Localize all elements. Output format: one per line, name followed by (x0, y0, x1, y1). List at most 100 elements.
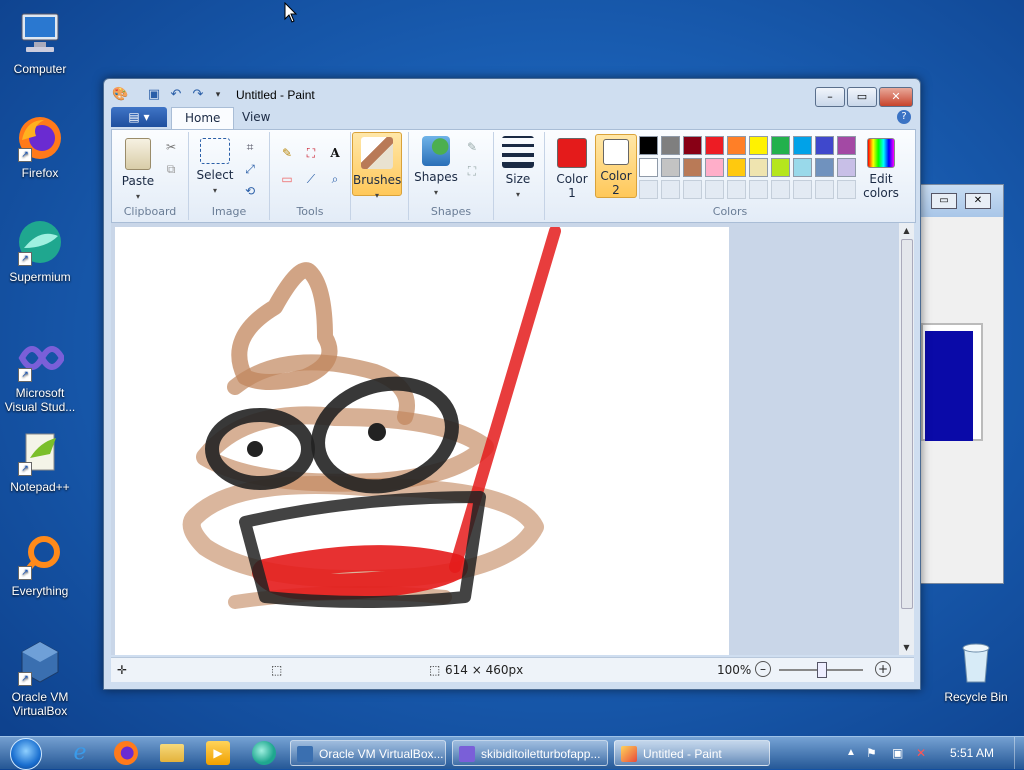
scroll-down-icon[interactable]: ▼ (899, 640, 914, 655)
palette-swatch[interactable] (837, 136, 856, 155)
internet-explorer-icon[interactable]: ℯ (68, 741, 92, 765)
palette-swatch[interactable] (705, 158, 724, 177)
fill-shape-icon[interactable]: ⛶ (463, 162, 481, 180)
crop-icon[interactable]: ⌗ (241, 138, 259, 156)
palette-swatch[interactable] (683, 136, 702, 155)
palette-swatch[interactable] (727, 136, 746, 155)
palette-swatch[interactable] (837, 180, 856, 199)
volume-muted-icon[interactable]: ✕ (916, 737, 926, 769)
action-center-flag-icon[interactable]: ⚑ (866, 737, 877, 769)
palette-swatch[interactable] (815, 136, 834, 155)
palette-swatch[interactable] (661, 180, 680, 199)
taskbar-task-paint[interactable]: Untitled - Paint (614, 740, 770, 766)
palette-swatch[interactable] (705, 180, 724, 199)
color2-button[interactable]: Color 2 (595, 134, 637, 198)
taskbar-task-virtualbox[interactable]: Oracle VM VirtualBox... (290, 740, 446, 766)
supermium-taskbar-icon[interactable] (252, 741, 276, 765)
firefox-taskbar-icon[interactable] (114, 741, 138, 765)
desktop-icon-label: Microsoft Visual Stud... (4, 386, 76, 414)
size-button[interactable]: Size ▾ (498, 136, 538, 200)
paste-button[interactable]: Paste ▾ (118, 138, 158, 202)
palette-swatch[interactable] (749, 180, 768, 199)
desktop-icon-supermium[interactable]: ↗ Supermium (0, 218, 80, 284)
file-menu-button[interactable]: ▤ ▾ (111, 107, 167, 127)
palette-swatch[interactable] (837, 158, 856, 177)
text-icon[interactable]: A (326, 144, 344, 162)
scroll-thumb[interactable] (901, 239, 913, 609)
tab-home[interactable]: Home (171, 107, 235, 129)
vm-preview (921, 323, 983, 441)
desktop-icon-notepadpp[interactable]: ↗ Notepad++ (0, 428, 80, 494)
start-button[interactable] (6, 737, 46, 770)
redo-icon[interactable]: ↷ (190, 87, 206, 103)
desktop-icon-virtualbox[interactable]: ↗ Oracle VM VirtualBox (0, 638, 80, 718)
palette-swatch[interactable] (749, 158, 768, 177)
undo-icon[interactable]: ↶ (168, 87, 184, 103)
shortcut-arrow-icon: ↗ (18, 462, 32, 476)
palette-swatch[interactable] (683, 180, 702, 199)
palette-swatch[interactable] (815, 158, 834, 177)
virtualbox-window-background[interactable]: ▭ ✕ (918, 184, 1004, 584)
outline-icon[interactable]: ✎ (463, 138, 481, 156)
taskbar-task-skibidi[interactable]: skibiditoiletturbofapp... (452, 740, 608, 766)
color1-button[interactable]: Color 1 (551, 134, 593, 200)
maximize-button[interactable]: ▭ (847, 87, 877, 107)
rotate-icon[interactable]: ⟲ (241, 182, 259, 200)
select-button[interactable]: Select ▾ (193, 138, 237, 196)
help-icon[interactable]: ? (897, 110, 911, 124)
palette-swatch[interactable] (661, 158, 680, 177)
scroll-up-icon[interactable]: ▲ (899, 223, 914, 238)
palette-swatch[interactable] (749, 136, 768, 155)
explorer-icon[interactable] (160, 744, 184, 762)
shapes-button[interactable]: Shapes ▾ (413, 136, 459, 198)
desktop-icon-computer[interactable]: Computer (0, 10, 80, 76)
network-icon[interactable]: ▣ (892, 737, 903, 769)
desktop-icon-visual-studio[interactable]: ↗ Microsoft Visual Stud... (0, 334, 80, 414)
resize-icon[interactable]: ⤢ (241, 160, 259, 178)
palette-swatch[interactable] (815, 180, 834, 199)
palette-swatch[interactable] (727, 158, 746, 177)
palette-swatch[interactable] (771, 136, 790, 155)
zoom-out-button[interactable]: – (755, 661, 771, 677)
save-icon[interactable]: ▣ (146, 87, 162, 103)
palette-swatch[interactable] (705, 136, 724, 155)
brushes-button[interactable]: Brushes ▾ (352, 132, 402, 200)
tab-view[interactable]: View (229, 107, 283, 128)
palette-swatch[interactable] (793, 136, 812, 155)
zoom-in-button[interactable]: + (875, 661, 891, 677)
edit-colors-button[interactable]: Edit colors (861, 134, 901, 200)
close-button[interactable]: ✕ (879, 87, 913, 107)
clock[interactable]: 5:51 AM (950, 737, 994, 769)
copy-icon[interactable]: ⧉ (162, 160, 180, 178)
maximize-button[interactable]: ▭ (931, 193, 957, 209)
palette-swatch[interactable] (771, 180, 790, 199)
media-player-icon[interactable]: ▶ (206, 741, 230, 765)
palette-swatch[interactable] (661, 136, 680, 155)
palette-swatch[interactable] (639, 180, 658, 199)
customize-quick-access-icon[interactable]: ▾ (210, 87, 226, 103)
palette-swatch[interactable] (639, 158, 658, 177)
close-button[interactable]: ✕ (965, 193, 991, 209)
palette-swatch[interactable] (771, 158, 790, 177)
desktop-icon-everything[interactable]: ↗ Everything (0, 532, 80, 598)
zoom-slider-thumb[interactable] (817, 662, 827, 678)
palette-swatch[interactable] (793, 180, 812, 199)
eraser-icon[interactable]: ▭ (278, 170, 296, 188)
show-desktop-button[interactable] (1014, 737, 1024, 769)
palette-swatch[interactable] (793, 158, 812, 177)
show-hidden-icons-icon[interactable]: ▲ (846, 737, 856, 769)
fill-icon[interactable]: ⛶ (302, 144, 320, 162)
color-picker-icon[interactable]: ⟋ (302, 170, 320, 188)
desktop-icon-recycle-bin[interactable]: Recycle Bin (936, 638, 1016, 704)
minimize-button[interactable]: – (815, 87, 845, 107)
desktop-icon-firefox[interactable]: ↗ Firefox (0, 114, 80, 180)
palette-swatch[interactable] (727, 180, 746, 199)
pencil-icon[interactable]: ✎ (278, 144, 296, 162)
palette-swatch[interactable] (683, 158, 702, 177)
cut-icon[interactable]: ✂ (162, 138, 180, 156)
paint-window[interactable]: 🎨 ▣ ↶ ↷ ▾ Untitled - Paint – ▭ ✕ ▤ ▾ Hom… (103, 78, 921, 690)
magnifier-icon[interactable]: ⌕ (326, 170, 344, 188)
palette-swatch[interactable] (639, 136, 658, 155)
drawing-canvas[interactable] (115, 225, 729, 655)
vertical-scrollbar[interactable]: ▲ ▼ (899, 223, 914, 655)
